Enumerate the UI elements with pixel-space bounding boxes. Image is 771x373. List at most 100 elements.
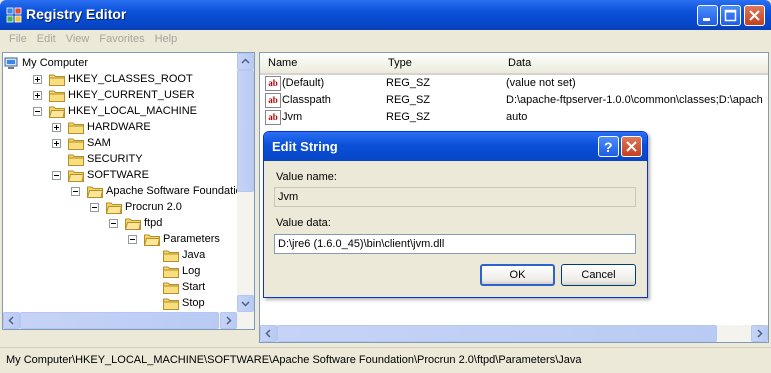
folder-icon [68, 170, 84, 182]
arrow-down-icon [241, 301, 250, 307]
tree-item[interactable]: Log [3, 263, 237, 279]
dialog-close-button[interactable] [621, 136, 642, 157]
value-data-input[interactable]: D:\jre6 (1.6.0_45)\bin\client\jvm.dll [274, 234, 636, 254]
cell-type: REG_SZ [386, 94, 431, 106]
tree-item[interactable]: Procrun 2.0 [3, 199, 237, 215]
cell-name: Jvm [282, 111, 303, 123]
collapse-icon[interactable] [90, 203, 99, 212]
scroll-right-button[interactable] [220, 312, 237, 329]
tree-pane[interactable]: My Computer HKEY_CLASSES_ROOT HKEY_CURRENT… [2, 52, 255, 330]
tree-item-label: HKEY_CLASSES_ROOT [68, 73, 193, 85]
tree-item-label: Log [182, 265, 201, 277]
tree-item[interactable]: HARDWARE [3, 119, 237, 135]
collapse-icon[interactable] [71, 187, 80, 196]
collapse-icon[interactable] [128, 235, 137, 244]
folder-icon [49, 106, 65, 118]
tree-item-label: HKEY_LOCAL_MACHINE [68, 105, 197, 117]
tree-item[interactable]: Stop [3, 295, 237, 311]
menu-edit[interactable]: Edit [32, 30, 61, 45]
tree-item-label: Start [182, 281, 206, 293]
menu-view[interactable]: View [61, 30, 95, 45]
arrow-left-icon [8, 316, 14, 325]
folder-icon [163, 298, 179, 310]
tree-item-label: SAM [87, 137, 111, 149]
tree-item[interactable]: ftpd [3, 215, 237, 231]
ok-button[interactable]: OK [480, 264, 555, 286]
tree-item-label: Java [182, 249, 206, 261]
title-bar[interactable]: Registry Editor [0, 0, 771, 30]
tree-item[interactable]: Apache Software Foundation [3, 183, 248, 199]
expand-icon[interactable] [52, 123, 61, 132]
dialog-title-bar[interactable]: Edit String ? [264, 132, 647, 161]
minimize-button[interactable] [697, 5, 718, 26]
tree-item-label: HARDWARE [87, 121, 151, 133]
registry-editor-icon [6, 7, 22, 23]
cell-type: REG_SZ [386, 111, 431, 123]
maximize-button[interactable] [720, 5, 741, 26]
column-name-header[interactable]: Name [268, 57, 297, 69]
folder-icon [49, 90, 65, 102]
folder-icon [68, 122, 84, 134]
close-button[interactable] [744, 5, 765, 26]
folder-icon [87, 186, 103, 198]
menu-help[interactable]: Help [150, 30, 183, 45]
collapse-icon[interactable] [52, 171, 61, 180]
list-h-scroll-thumb[interactable] [277, 325, 717, 342]
tree-item-label: Stop [182, 297, 205, 309]
tree-item[interactable]: My Computer [3, 55, 237, 71]
menu-file[interactable]: File [4, 30, 32, 45]
scroll-up-button[interactable] [237, 53, 254, 70]
status-bar: My Computer\HKEY_LOCAL_MACHINE\SOFTWARE\… [0, 347, 771, 373]
tree-item-label: SOFTWARE [87, 169, 149, 181]
menu-bar: File Edit View Favorites Help [0, 30, 771, 50]
folder-icon [68, 154, 84, 166]
tree-item[interactable]: SECURITY [3, 151, 237, 167]
h-scroll-thumb[interactable] [20, 312, 219, 329]
scroll-left-button[interactable] [3, 312, 20, 329]
tree-item[interactable]: HKEY_CURRENT_USER [3, 87, 237, 103]
list-horizontal-scrollbar[interactable] [260, 325, 768, 342]
expand-icon[interactable] [33, 75, 42, 84]
tree-item[interactable]: SAM [3, 135, 237, 151]
tree-item[interactable]: Start [3, 279, 237, 295]
tree-item-label: SECURITY [87, 153, 143, 165]
list-scroll-right-button[interactable] [751, 325, 768, 342]
tree-item[interactable]: HKEY_CLASSES_ROOT [3, 71, 237, 87]
computer-icon [4, 57, 18, 69]
list-scroll-left-button[interactable] [260, 325, 277, 342]
dialog-help-button[interactable]: ? [598, 136, 619, 157]
cancel-button[interactable]: Cancel [561, 264, 636, 286]
tree-item-label: Apache Software Foundation [106, 185, 248, 197]
tree-item[interactable]: SOFTWARE [3, 167, 237, 183]
string-value-icon: ab [265, 110, 281, 125]
tree-item[interactable]: HKEY_LOCAL_MACHINE [3, 103, 237, 119]
status-path: My Computer\HKEY_LOCAL_MACHINE\SOFTWARE\… [6, 354, 582, 366]
tree-item-label: HKEY_CURRENT_USER [68, 89, 195, 101]
tree-vertical-scrollbar[interactable] [237, 53, 254, 329]
cell-data: D:\apache-ftpserver-1.0.0\common\classes… [506, 94, 763, 106]
list-header: Name Type Data [260, 53, 768, 75]
tree-horizontal-scrollbar[interactable] [3, 312, 237, 329]
menu-favorites[interactable]: Favorites [94, 30, 149, 45]
expand-icon[interactable] [52, 139, 61, 148]
column-data-header[interactable]: Data [508, 57, 531, 69]
arrow-up-icon [241, 58, 250, 64]
column-type-header[interactable]: Type [388, 57, 412, 69]
collapse-icon[interactable] [109, 219, 118, 228]
tree-item[interactable]: Parameters [3, 231, 237, 247]
arrow-right-icon [757, 329, 763, 338]
collapse-icon[interactable] [33, 107, 42, 116]
folder-icon [125, 218, 141, 230]
close-icon [626, 141, 637, 152]
expand-icon[interactable] [33, 91, 42, 100]
list-item[interactable]: ab Classpath REG_SZ D:\apache-ftpserver-1.0… [260, 92, 768, 109]
string-value-icon: ab [265, 76, 281, 91]
cell-type: REG_SZ [386, 77, 431, 89]
tree-item[interactable]: Java [3, 247, 237, 263]
list-item[interactable]: ab (Default) REG_SZ (value not set) [260, 75, 768, 92]
scroll-thumb[interactable] [237, 70, 254, 192]
scroll-down-button[interactable] [237, 295, 254, 312]
value-name-label: Value name: [276, 171, 337, 183]
dialog-title: Edit String [272, 139, 338, 154]
list-item[interactable]: ab Jvm REG_SZ auto [260, 109, 768, 126]
